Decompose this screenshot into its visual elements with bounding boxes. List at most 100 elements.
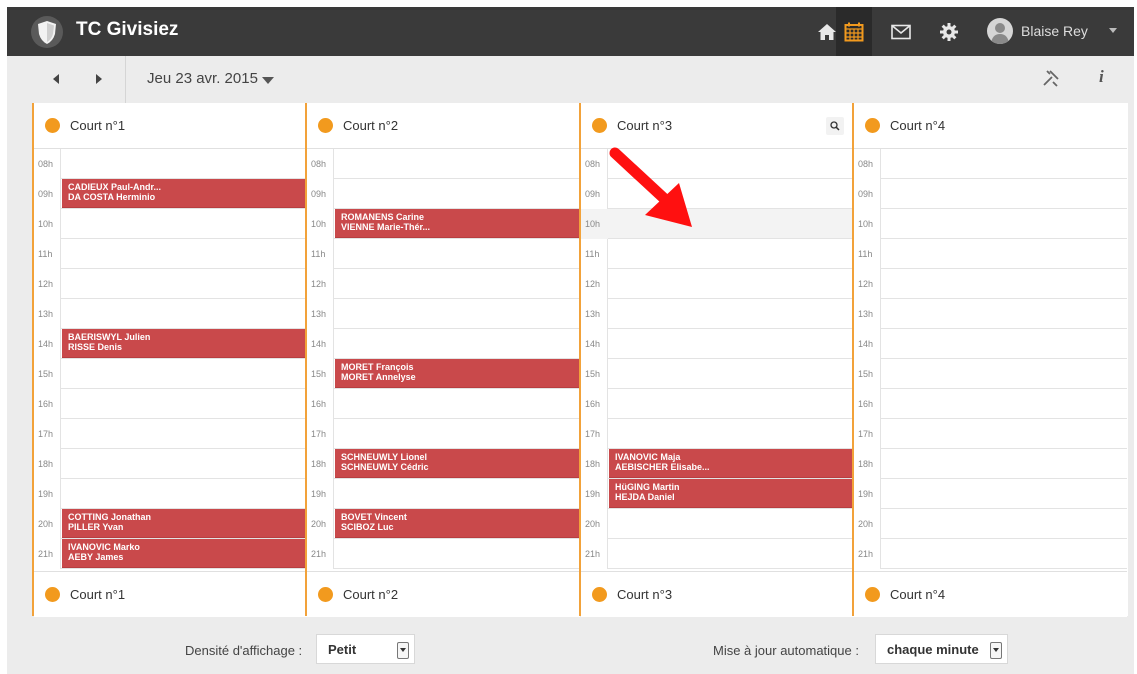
court-footer-title: Court n°1 — [70, 587, 126, 602]
booking-block[interactable]: ROMANENS Carine VIENNE Marie-Thér... — [335, 209, 580, 238]
hour-label: 17h — [34, 419, 61, 449]
time-slot[interactable]: 11h — [854, 239, 1127, 269]
court-footer-title: Court n°4 — [890, 587, 946, 602]
time-slot[interactable]: 20h — [581, 509, 854, 539]
court-footer-title: Court n°2 — [343, 587, 399, 602]
time-slot[interactable]: 20h — [854, 509, 1127, 539]
time-slot[interactable]: 08h — [34, 149, 307, 179]
time-slot[interactable]: 10h — [34, 209, 307, 239]
zoom-icon[interactable] — [826, 117, 844, 135]
calendar-icon[interactable] — [836, 7, 872, 56]
time-slot[interactable]: 16h — [581, 389, 854, 419]
court-footer: Court n°2 — [307, 571, 580, 617]
date-selector[interactable]: Jeu 23 avr. 2015 — [147, 70, 258, 87]
next-day-icon[interactable] — [96, 74, 102, 84]
time-slot[interactable]: 18h — [854, 449, 1127, 479]
time-slot[interactable]: 19h — [307, 479, 580, 509]
hour-label: 08h — [307, 149, 334, 179]
time-slot[interactable]: 19h — [34, 479, 307, 509]
time-slot[interactable]: 17h — [581, 419, 854, 449]
court-column: Court n°2 08h 09h 10h 11h 12h 13h 14h 15h 16h 17h 1… — [305, 103, 580, 617]
annotation-arrow-icon — [609, 147, 692, 227]
hour-label: 08h — [854, 149, 881, 179]
date-dropdown-caret-icon[interactable] — [262, 77, 274, 84]
booking-block[interactable]: CADIEUX Paul-Andr... DA COSTA Herminio — [62, 179, 307, 208]
time-slot[interactable]: 15h — [581, 359, 854, 389]
auto-refresh-select[interactable]: chaque minute — [875, 634, 1008, 664]
booking-block[interactable]: MORET François MORET Annelyse — [335, 359, 580, 388]
time-slot[interactable]: 10h — [854, 209, 1127, 239]
hour-label: 20h — [581, 509, 608, 539]
app-title[interactable]: TC Givisiez — [76, 19, 178, 41]
time-slot[interactable]: 13h — [581, 299, 854, 329]
time-slot[interactable]: 21h — [581, 539, 854, 569]
time-slot[interactable]: 17h — [854, 419, 1127, 449]
time-slot[interactable]: 12h — [581, 269, 854, 299]
user-name[interactable]: Blaise Rey — [1021, 23, 1088, 39]
booking-block[interactable]: IVANOVIC Marko AEBY James — [62, 539, 307, 568]
chevron-down-icon[interactable] — [397, 642, 409, 659]
status-dot-icon — [318, 587, 333, 602]
hour-label: 20h — [34, 509, 61, 539]
time-slot[interactable]: 16h — [307, 389, 580, 419]
tools-icon[interactable] — [1041, 68, 1061, 88]
time-slot[interactable]: 14h — [581, 329, 854, 359]
hour-label: 11h — [34, 239, 61, 269]
booking-block[interactable]: BAERISWYL Julien RISSE Denis — [62, 329, 307, 358]
player-name: RISSE Denis — [68, 342, 123, 352]
hour-rows: 08h 09h 10h 11h 12h 13h 14h 15h 16h 17h 18h 19h 20h 2… — [34, 149, 307, 569]
density-select[interactable]: Petit — [316, 634, 415, 664]
time-slot[interactable]: 18h — [34, 449, 307, 479]
time-slot[interactable]: 14h — [854, 329, 1127, 359]
status-dot-icon — [45, 118, 60, 133]
player-name: CADIEUX Paul-Andr... — [68, 182, 162, 192]
time-slot[interactable]: 21h — [307, 539, 580, 569]
hour-label: 14h — [581, 329, 608, 359]
booking-block[interactable]: HüGING Martin HEJDA Daniel — [609, 479, 854, 508]
booking-block[interactable]: IVANOVIC Maja AEBISCHER Elisabe... — [609, 449, 854, 478]
time-slot[interactable]: 15h — [34, 359, 307, 389]
time-slot[interactable]: 08h — [854, 149, 1127, 179]
hour-label: 09h — [581, 179, 608, 209]
time-slot[interactable]: 15h — [854, 359, 1127, 389]
player-name: BAERISWYL Julien — [68, 332, 151, 342]
booking-block[interactable]: SCHNEUWLY Lionel SCHNEUWLY Cédric — [335, 449, 580, 478]
time-slot[interactable]: 13h — [34, 299, 307, 329]
hour-label: 17h — [854, 419, 881, 449]
time-slot[interactable]: 12h — [307, 269, 580, 299]
gear-icon[interactable] — [935, 18, 963, 46]
mail-icon[interactable] — [887, 18, 915, 46]
time-slot[interactable]: 11h — [34, 239, 307, 269]
hour-label: 12h — [854, 269, 881, 299]
booking-block[interactable]: BOVET Vincent SCIBOZ Luc — [335, 509, 580, 538]
time-slot[interactable]: 12h — [854, 269, 1127, 299]
time-slot[interactable]: 13h — [854, 299, 1127, 329]
time-slot[interactable]: 13h — [307, 299, 580, 329]
time-slot[interactable]: 11h — [307, 239, 580, 269]
hour-label: 16h — [854, 389, 881, 419]
hour-label: 12h — [581, 269, 608, 299]
chevron-down-icon[interactable] — [990, 642, 1002, 659]
info-icon[interactable]: i — [1099, 67, 1104, 87]
user-avatar-icon[interactable] — [987, 18, 1013, 44]
time-slot[interactable]: 14h — [307, 329, 580, 359]
time-slot[interactable]: 17h — [34, 419, 307, 449]
time-slot[interactable]: 16h — [34, 389, 307, 419]
booking-block[interactable]: COTTING Jonathan PILLER Yvan — [62, 509, 307, 538]
hour-label: 08h — [581, 149, 608, 179]
time-slot[interactable]: 12h — [34, 269, 307, 299]
time-slot[interactable]: 21h — [854, 539, 1127, 569]
time-slot[interactable]: 09h — [854, 179, 1127, 209]
hour-label: 10h — [581, 209, 608, 239]
hour-label: 16h — [581, 389, 608, 419]
time-slot[interactable]: 08h — [307, 149, 580, 179]
shield-logo-icon[interactable] — [31, 15, 63, 49]
density-value: Petit — [328, 641, 357, 657]
chevron-down-icon[interactable] — [1109, 28, 1117, 33]
time-slot[interactable]: 17h — [307, 419, 580, 449]
time-slot[interactable]: 19h — [854, 479, 1127, 509]
time-slot[interactable]: 16h — [854, 389, 1127, 419]
time-slot[interactable]: 09h — [307, 179, 580, 209]
hour-label: 21h — [854, 539, 881, 569]
previous-day-icon[interactable] — [53, 74, 59, 84]
